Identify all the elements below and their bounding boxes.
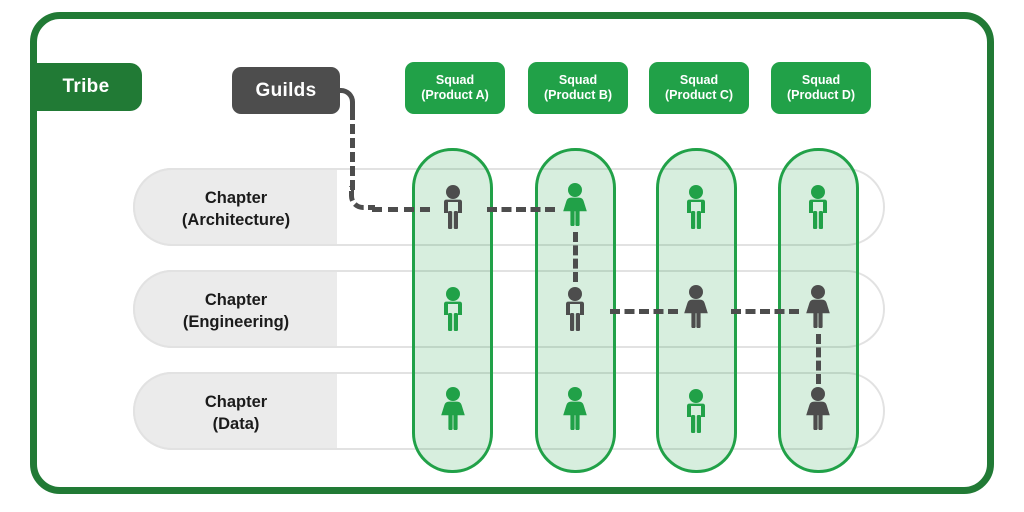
person-icon-male[interactable] (436, 184, 470, 230)
chapter-label-data: Chapter (Data) (135, 374, 337, 452)
person-icon-female[interactable] (436, 386, 470, 432)
connector-architecture-a-to-b (487, 207, 555, 212)
person-icon-male[interactable] (801, 184, 835, 230)
chapter-label-line1: Chapter (204, 189, 268, 207)
squad-label-line2: (Product D) (786, 88, 856, 102)
tribe-label-text: Tribe (62, 76, 110, 97)
guild-connector-vertical (350, 110, 355, 190)
squad-label-product-b[interactable]: Squad (Product B) (528, 62, 628, 114)
chapter-label-line2: (Architecture) (181, 211, 291, 229)
person-icon-male[interactable] (679, 388, 713, 434)
squad-label-product-a[interactable]: Squad (Product A) (405, 62, 505, 114)
squad-label-line1: Squad (801, 73, 841, 87)
person-icon-female[interactable] (801, 386, 835, 432)
diagram-canvas: Chapter (Architecture) Chapter (Engineer… (0, 0, 1024, 512)
squad-label-line2: (Product C) (664, 88, 734, 102)
chapter-label-line2: (Engineering) (182, 313, 290, 331)
squad-label-line1: Squad (679, 73, 719, 87)
guilds-label[interactable]: Guilds (232, 67, 340, 114)
person-icon-male[interactable] (679, 184, 713, 230)
person-icon-female[interactable] (679, 284, 713, 330)
connector-engineering-c-to-d (731, 309, 799, 314)
person-icon-female[interactable] (558, 386, 592, 432)
squad-label-product-c[interactable]: Squad (Product C) (649, 62, 749, 114)
chapter-label-line1: Chapter (204, 291, 268, 309)
connector-engineering-b-to-c (610, 309, 678, 314)
person-icon-female[interactable] (558, 182, 592, 228)
squad-label-line1: Squad (435, 73, 475, 87)
connector-squad-d-eng-to-data (816, 334, 821, 384)
guild-connector-to-squad-a (372, 207, 430, 212)
person-icon-male[interactable] (436, 286, 470, 332)
chapter-label-architecture: Chapter (Architecture) (135, 170, 337, 248)
guilds-label-text: Guilds (255, 79, 317, 101)
connector-squad-b-arch-to-eng (573, 232, 578, 282)
tribe-label[interactable]: Tribe (30, 63, 142, 111)
squad-label-line2: (Product B) (543, 88, 613, 102)
squad-label-product-d[interactable]: Squad (Product D) (771, 62, 871, 114)
chapter-row-data[interactable]: Chapter (Data) (133, 372, 885, 450)
chapter-label-engineering: Chapter (Engineering) (135, 272, 337, 350)
squad-label-line2: (Product A) (421, 88, 489, 102)
person-icon-male[interactable] (558, 286, 592, 332)
chapter-label-line1: Chapter (204, 393, 268, 411)
person-icon-female[interactable] (801, 284, 835, 330)
chapter-label-line2: (Data) (212, 415, 260, 433)
squad-label-line1: Squad (558, 73, 598, 87)
